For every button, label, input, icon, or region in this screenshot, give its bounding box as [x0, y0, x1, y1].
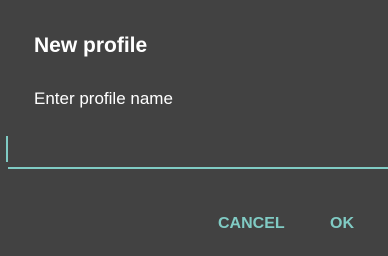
- cancel-button[interactable]: CANCEL: [210, 206, 293, 242]
- profile-name-field[interactable]: [0, 128, 388, 170]
- dialog-message: Enter profile name: [34, 89, 173, 108]
- dialog-actions: CANCEL OK: [0, 206, 388, 242]
- ok-button[interactable]: OK: [322, 206, 362, 242]
- dialog-title: New profile: [34, 34, 148, 57]
- input-underline: [8, 167, 388, 169]
- new-profile-dialog: New profile Enter profile name CANCEL OK: [0, 0, 388, 256]
- profile-name-input[interactable]: [8, 128, 380, 168]
